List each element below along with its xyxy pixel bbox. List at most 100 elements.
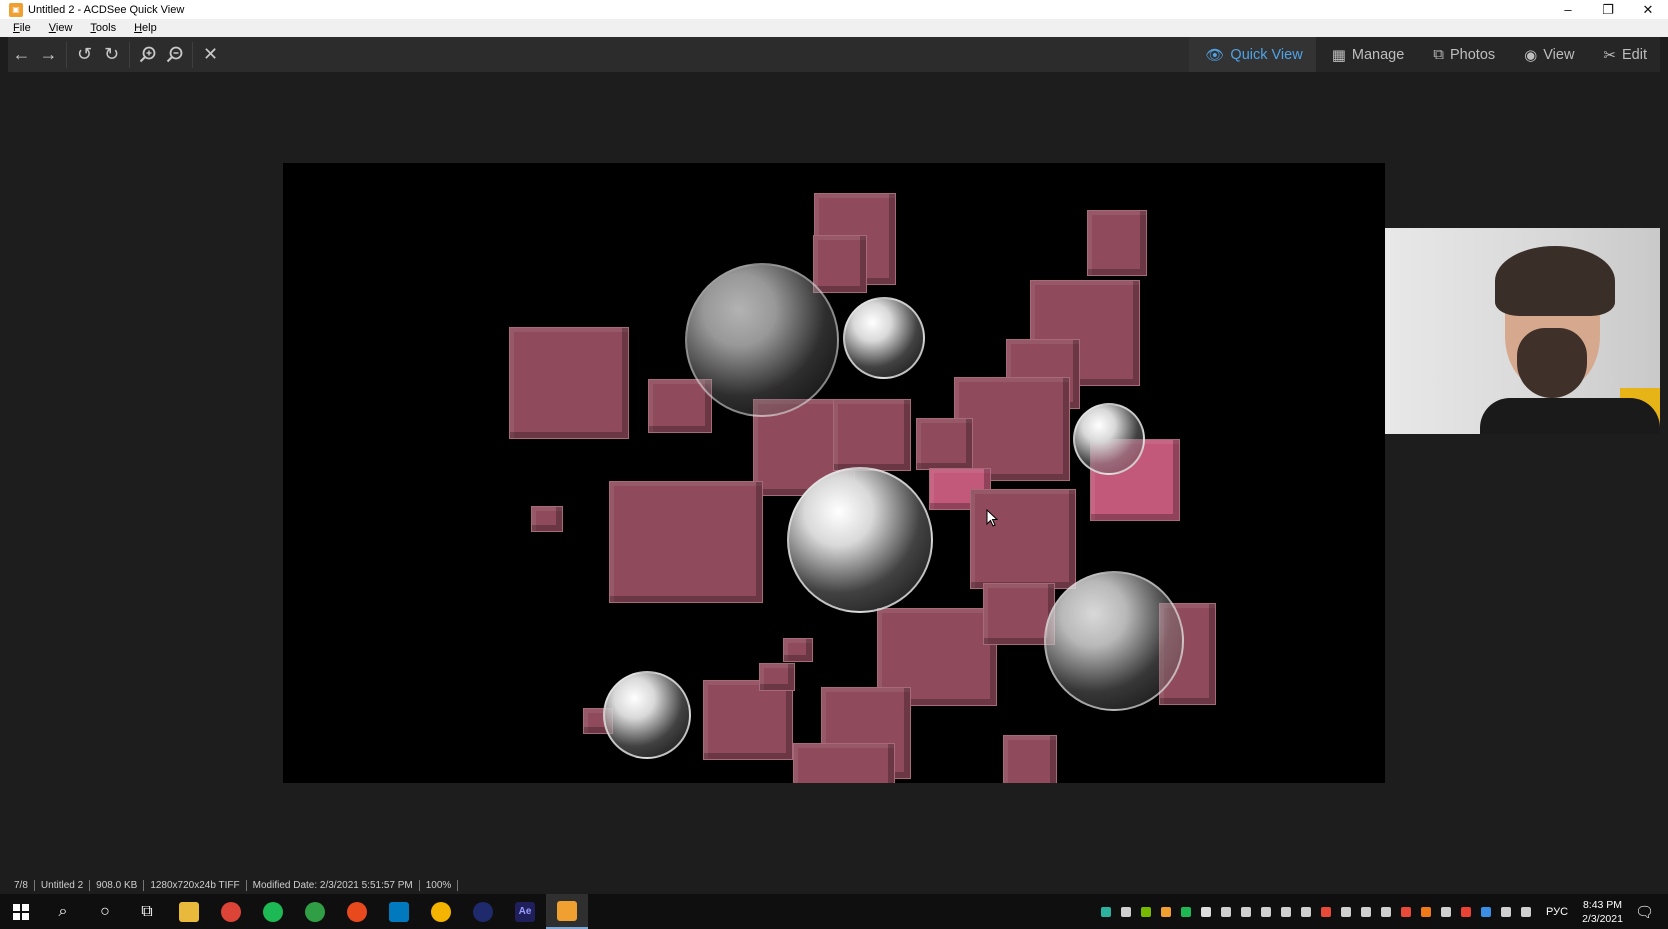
mode-tabs: 👁 Quick View ▦ Manage ⧉ Photos ◉ View ✂ … [1189,37,1660,72]
mouse-cursor-icon [986,509,998,527]
tray-app-icon[interactable] [1221,906,1232,917]
tray-nvidia-icon[interactable] [1141,906,1152,917]
green-app-icon[interactable] [294,894,336,929]
tray-app-icon[interactable] [1281,906,1292,917]
cortana-icon[interactable]: ○ [84,894,126,929]
chrome-icon[interactable] [210,894,252,929]
rotate-right-icon[interactable]: ↻ [98,40,125,69]
menu-file[interactable]: File [13,22,31,34]
grid-icon: ▦ [1331,46,1346,64]
tab-view[interactable]: ◉ View [1508,37,1587,72]
tab-manage[interactable]: ▦ Manage [1316,37,1418,72]
tray-network-icon[interactable] [1501,906,1512,917]
notification-center-icon[interactable]: 🗨 [1635,903,1654,921]
tray-defender-icon[interactable] [1101,906,1112,917]
glass-sphere [685,263,839,417]
back-arrow-icon[interactable]: ← [8,40,35,69]
toolbar-divider [192,41,193,68]
cube-shape [1003,735,1057,783]
tab-photos[interactable]: ⧉ Photos [1417,37,1508,72]
cube-shape [783,638,813,662]
tray-usb-icon[interactable] [1441,906,1452,917]
close-icon[interactable]: ✕ [1628,0,1668,19]
menu-tools[interactable]: Tools [90,22,116,34]
title-bar: ▣ Untitled 2 - ACDSee Quick View – ❐ ✕ [0,0,1668,19]
tray-volume-icon[interactable] [1521,906,1532,917]
tray-chrome-icon[interactable] [1461,906,1472,917]
tray-app-icon[interactable] [1341,906,1352,917]
displayed-image[interactable] [283,163,1385,783]
status-bar: 7/8 Untitled 2 908.0 KB 1280x720x24b TIF… [8,877,1660,894]
after-effects-icon[interactable]: Ae [504,894,546,929]
status-zoom: 100% [420,880,459,891]
tray-app-icon[interactable] [1401,906,1412,917]
cube-shape [703,680,793,760]
status-dimensions: 1280x720x24b TIFF [144,880,247,891]
media-player-icon[interactable] [336,894,378,929]
clock[interactable]: 8:43 PM 2/3/2021 [1582,898,1623,926]
restore-icon[interactable]: ❐ [1588,0,1628,19]
webcam-overlay [1385,228,1660,434]
tray-app-icon[interactable] [1421,906,1432,917]
tray-app-icon[interactable] [1481,906,1492,917]
photos-icon: ⧉ [1433,46,1444,63]
minimize-icon[interactable]: – [1548,0,1588,19]
tab-edit[interactable]: ✂ Edit [1587,37,1660,72]
tray-app-icon[interactable] [1241,906,1252,917]
tray-app-icon[interactable] [1301,906,1312,917]
chrome-alt-icon[interactable] [420,894,462,929]
acdsee-taskbar-icon[interactable] [546,894,588,929]
cube-shape [970,489,1076,589]
spotify-icon[interactable] [252,894,294,929]
menu-help[interactable]: Help [134,22,157,34]
file-explorer-icon[interactable] [168,894,210,929]
tray-app-icon[interactable] [1381,906,1392,917]
glass-sphere [603,671,691,759]
tab-label: Edit [1622,46,1647,63]
tray-spotify-icon[interactable] [1181,906,1192,917]
task-view-icon[interactable]: ⧉ [126,894,168,929]
toolbar: ← → ↺ ↻ ✕ 👁 Quick View ▦ Manage ⧉ Photos… [8,37,1660,72]
tab-quick-view[interactable]: 👁 Quick View [1189,37,1316,72]
cube-shape [531,506,563,532]
zoom-out-icon[interactable] [161,40,188,69]
glass-sphere [843,297,925,379]
forward-arrow-icon[interactable]: → [35,40,62,69]
system-tray: РУС 8:43 PM 2/3/2021 🗨 [1096,894,1668,929]
toolbar-divider [129,41,130,68]
eye-icon: 👁 [1205,46,1225,64]
tray-dropbox-icon[interactable] [1121,906,1132,917]
glass-sphere [787,467,933,613]
webcam-person-hair [1495,246,1615,316]
tab-label: Manage [1351,46,1405,63]
edit-tools-icon: ✂ [1603,46,1616,64]
close-image-icon[interactable]: ✕ [197,40,224,69]
menu-bar: File View Tools Help [0,19,1668,37]
tab-label: Photos [1450,46,1496,63]
trello-icon[interactable] [378,894,420,929]
cube-shape [813,235,867,293]
cube-shape [833,399,911,471]
tray-microphone-icon[interactable] [1361,906,1372,917]
window-controls: – ❐ ✕ [1548,0,1668,19]
tray-app-icon[interactable] [1261,906,1272,917]
start-icon[interactable] [0,894,42,929]
cube-shape [793,743,895,783]
tray-app-icon[interactable] [1321,906,1332,917]
after-effects-label: Ae [515,901,535,922]
status-filesize: 908.0 KB [90,880,145,891]
cube-shape [759,663,795,691]
rotate-left-icon[interactable]: ↺ [71,40,98,69]
tray-app-icon[interactable] [1201,906,1212,917]
status-filename: Untitled 2 [35,880,91,891]
tray-acdsee-icon[interactable] [1161,906,1172,917]
search-icon[interactable]: ⌕ [42,894,84,929]
language-indicator[interactable]: РУС [1546,906,1568,918]
cinema4d-icon[interactable] [462,894,504,929]
windows-taskbar: ⌕ ○ ⧉ Ae РУС 8:43 PM 2/3/2021 🗨 [0,894,1668,929]
cube-shape [916,418,973,470]
zoom-in-icon[interactable] [134,40,161,69]
acdsee-icon: ▣ [9,2,23,17]
status-index: 7/8 [8,880,35,891]
menu-view[interactable]: View [49,22,73,34]
